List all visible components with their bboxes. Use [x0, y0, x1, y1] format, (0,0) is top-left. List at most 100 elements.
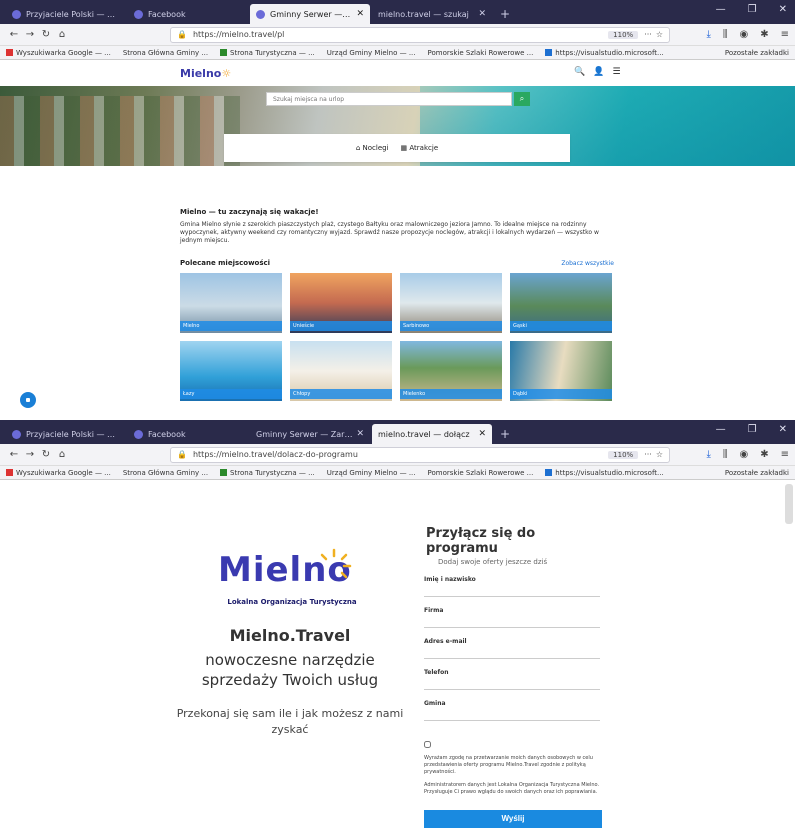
- minimize-icon[interactable]: —: [716, 4, 726, 15]
- bookmark[interactable]: https://visualstudio.microsoft...: [545, 469, 664, 477]
- close-tab-icon[interactable]: ✕: [478, 9, 486, 19]
- email-input[interactable]: [424, 645, 600, 659]
- close-tab-icon[interactable]: ✕: [356, 9, 364, 19]
- close-window-icon[interactable]: ✕: [779, 4, 787, 15]
- place-card[interactable]: Dąbki: [510, 341, 612, 401]
- bookmark-star-icon[interactable]: ☆: [656, 450, 663, 459]
- menu-icon[interactable]: ≡: [781, 29, 789, 40]
- page-actions-icon[interactable]: ···: [644, 450, 652, 459]
- send-button[interactable]: Wyślij: [424, 810, 602, 828]
- home-icon[interactable]: ⌂: [54, 29, 70, 40]
- bookmark[interactable]: Pomorskie Szlaki Rowerowe ...: [428, 469, 534, 477]
- library-icon[interactable]: ⫼: [723, 449, 728, 460]
- page-actions-icon[interactable]: ···: [644, 30, 652, 39]
- library-icon[interactable]: ⫼: [723, 29, 728, 40]
- place-card[interactable]: Mielno: [180, 273, 282, 333]
- tab-bar: Przyjaciele Polski — Wyniki × Facebook G…: [0, 0, 795, 24]
- zoom-level[interactable]: 110%: [608, 30, 639, 39]
- reload-icon[interactable]: ↻: [38, 449, 54, 460]
- company-input[interactable]: [424, 614, 600, 628]
- extension-icon[interactable]: ✱: [760, 449, 768, 460]
- place-card[interactable]: Gąski: [510, 273, 612, 333]
- bookmark[interactable]: Pomorskie Szlaki Rowerowe ...: [428, 49, 534, 57]
- chat-icon[interactable]: [20, 392, 36, 408]
- favicon-icon: [256, 9, 265, 19]
- forward-icon[interactable]: →: [22, 29, 38, 40]
- search-input[interactable]: [273, 95, 511, 103]
- minimize-icon[interactable]: —: [716, 424, 726, 435]
- browser-tab[interactable]: Przyjaciele Polski — Wyniki ×: [6, 424, 126, 444]
- bookmark[interactable]: https://visualstudio.microsoft...: [545, 49, 664, 57]
- forward-icon[interactable]: →: [22, 449, 38, 460]
- site-logo[interactable]: Mielno☼: [180, 67, 231, 80]
- place-card[interactable]: Mielenko: [400, 341, 502, 401]
- maximize-icon[interactable]: ❐: [748, 424, 757, 435]
- see-all-link[interactable]: Zobacz wszystkie: [561, 260, 614, 267]
- browser-window-home: Przyjaciele Polski — Wyniki × Facebook G…: [0, 0, 795, 415]
- new-tab-icon[interactable]: +: [494, 424, 516, 444]
- new-tab-icon[interactable]: +: [494, 4, 516, 24]
- bookmark[interactable]: Urząd Gminy Mielno — ...: [327, 49, 416, 57]
- scrollbar[interactable]: [785, 484, 793, 524]
- address-bar[interactable]: 🔒 https://mielno.travel/pl 110% ··· ☆: [170, 26, 670, 43]
- tab-noclegi[interactable]: ⌂ Noclegi: [356, 144, 389, 152]
- intro-title: Mielno — tu zaczynają się wakacje!: [180, 208, 319, 216]
- browser-tab-active[interactable]: Gminny Serwer — Zarząd✕: [250, 4, 370, 24]
- bookmark[interactable]: Strona Główna Gminy ...: [123, 469, 208, 477]
- close-window-icon[interactable]: ✕: [779, 424, 787, 435]
- name-input[interactable]: [424, 583, 600, 597]
- place-card[interactable]: Unieście: [290, 273, 392, 333]
- browser-tab[interactable]: mielno.travel — szukaj ✕: [372, 4, 492, 24]
- phone-input[interactable]: [424, 676, 600, 690]
- maximize-icon[interactable]: ❐: [748, 4, 757, 15]
- other-bookmarks[interactable]: Pozostałe zakładki: [725, 469, 789, 477]
- bookmark-star-icon[interactable]: ☆: [656, 30, 663, 39]
- close-tab-icon[interactable]: ✕: [356, 429, 364, 439]
- bookmark-icon: [6, 469, 13, 476]
- bookmark[interactable]: Strona Turystyczna — ...: [220, 49, 315, 57]
- extension-icon[interactable]: ✱: [760, 29, 768, 40]
- menu-icon[interactable]: ≡: [781, 449, 789, 460]
- reload-icon[interactable]: ↻: [38, 29, 54, 40]
- field-name: Imię i nazwisko: [420, 576, 606, 597]
- facebook-icon: [134, 9, 143, 19]
- facebook-icon: [134, 429, 143, 439]
- field-email: Adres e-mail: [420, 638, 606, 659]
- place-card[interactable]: Sarbinowo: [400, 273, 502, 333]
- gmina-input[interactable]: [424, 707, 600, 721]
- bookmark[interactable]: Strona Główna Gminy ...: [123, 49, 208, 57]
- zoom-level[interactable]: 110%: [608, 450, 639, 459]
- browser-tab[interactable]: Przyjaciele Polski — Wyniki ×: [6, 4, 126, 24]
- menu-icon[interactable]: ☰: [612, 67, 620, 77]
- window-controls: — ❐ ✕: [716, 4, 787, 15]
- favicon-icon: [12, 429, 21, 439]
- bookmark[interactable]: Wyszukiwarka Google — ...: [6, 49, 111, 57]
- back-icon[interactable]: ←: [6, 29, 22, 40]
- download-icon[interactable]: ⤓: [706, 29, 710, 40]
- download-icon[interactable]: ⤓: [706, 449, 710, 460]
- sync-icon[interactable]: ◉: [739, 29, 748, 40]
- tab-atrakcje[interactable]: ▦ Atrakcje: [401, 144, 439, 152]
- browser-tab-active[interactable]: mielno.travel — dołącz ✕: [372, 424, 492, 444]
- place-card[interactable]: Łazy: [180, 341, 282, 401]
- browser-tab[interactable]: Gminny Serwer — Zarząd ✕: [250, 424, 370, 444]
- browser-tab[interactable]: Facebook: [128, 424, 248, 444]
- consent-checkbox[interactable]: [424, 741, 431, 748]
- bookmark[interactable]: Strona Turystyczna — ...: [220, 469, 315, 477]
- user-icon[interactable]: 👤: [593, 67, 604, 77]
- bookmark[interactable]: Wyszukiwarka Google — ...: [6, 469, 111, 477]
- other-bookmarks[interactable]: Pozostałe zakładki: [725, 49, 789, 57]
- close-tab-icon[interactable]: ✕: [478, 429, 486, 439]
- search-icon[interactable]: 🔍: [574, 67, 585, 77]
- sync-icon[interactable]: ◉: [739, 449, 748, 460]
- back-icon[interactable]: ←: [6, 449, 22, 460]
- section-header: Polecane miejscowości Zobacz wszystkie: [180, 259, 614, 267]
- address-bar[interactable]: 🔒 https://mielno.travel/dolacz-do-progra…: [170, 446, 670, 463]
- search-button[interactable]: ⌕: [514, 92, 530, 106]
- place-card[interactable]: Chłopy: [290, 341, 392, 401]
- bookmark[interactable]: Urząd Gminy Mielno — ...: [327, 469, 416, 477]
- browser-tab[interactable]: Facebook: [128, 4, 248, 24]
- field-company: Firma: [420, 607, 606, 628]
- site-header: Mielno☼ 🔍 👤 ☰: [0, 60, 795, 86]
- home-icon[interactable]: ⌂: [54, 449, 70, 460]
